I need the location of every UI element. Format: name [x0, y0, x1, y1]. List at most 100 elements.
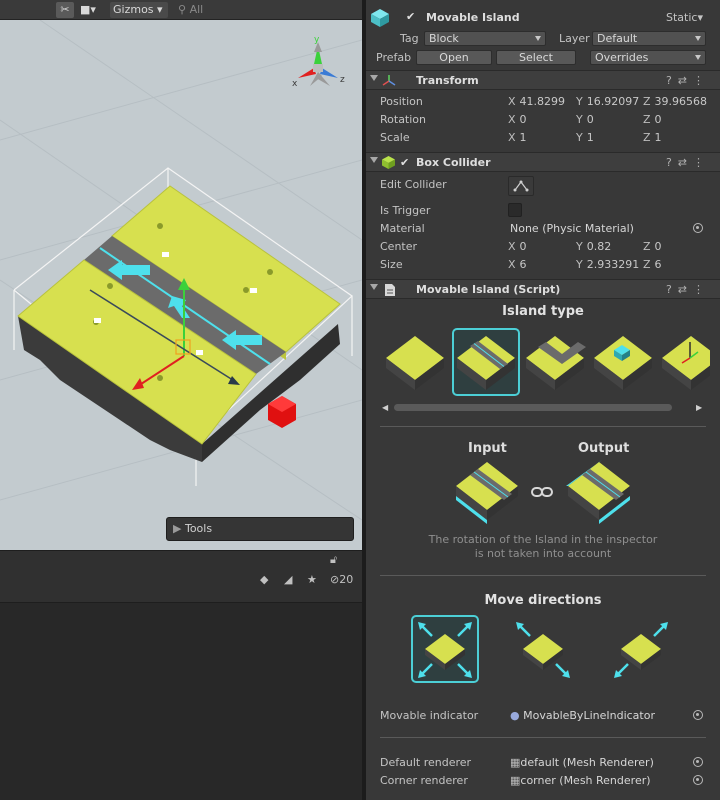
default-renderer-field[interactable]: ▦default (Mesh Renderer)	[510, 756, 654, 769]
star-icon[interactable]: ★	[307, 573, 317, 586]
center-y-field[interactable]: Y 0.82	[576, 240, 611, 253]
scene-bottom-panel: 🔓︎ ◆ ◢ ★ ⊘20	[0, 550, 362, 800]
tools-overlay-panel[interactable]: ▶ Tools	[166, 517, 354, 541]
collapse-caret-icon	[370, 284, 378, 290]
script-component-header[interactable]: Movable Island (Script) ?⇄⋮	[366, 279, 720, 299]
island-type-plain[interactable]	[386, 336, 444, 390]
is-trigger-label: Is Trigger	[380, 204, 431, 217]
prefab-label: Prefab	[376, 51, 412, 64]
island-type-special[interactable]	[662, 336, 710, 390]
axis-z-label: Z	[643, 131, 651, 144]
svg-text:y: y	[314, 35, 320, 45]
prefab-overrides-dropdown[interactable]: Overrides	[590, 50, 706, 65]
edit-collider-button[interactable]	[508, 176, 534, 196]
component-header-icons[interactable]: ?⇄⋮	[666, 283, 710, 296]
move-all-directions-option[interactable]	[410, 614, 480, 684]
axis-z-label: Z	[643, 240, 651, 253]
prefab-open-button[interactable]: Open	[416, 50, 492, 65]
hidden-count-value: 20	[339, 573, 354, 586]
axis-y-label: Y	[576, 240, 583, 253]
position-x-field[interactable]: X 41.8299	[508, 95, 565, 108]
layer-dropdown[interactable]: Default	[592, 31, 706, 46]
static-toggle[interactable]: Static▾	[666, 11, 703, 24]
scroll-left-icon[interactable]: ◀	[382, 403, 388, 412]
island-type-building[interactable]	[594, 336, 652, 390]
more-menu-icon[interactable]: ⋮	[693, 156, 710, 169]
scene-canvas: y z x	[0, 19, 362, 521]
scale-y-field[interactable]: Y1	[576, 131, 594, 144]
tag-icon[interactable]: ◢	[284, 573, 292, 586]
help-icon[interactable]: ?	[666, 283, 678, 296]
scale-x-field[interactable]: X1	[508, 131, 527, 144]
prefab-select-button[interactable]: Select	[496, 50, 576, 65]
help-icon[interactable]: ?	[666, 74, 678, 87]
object-picker-icon[interactable]	[693, 757, 703, 767]
position-y-field[interactable]: Y 16.92097	[576, 95, 639, 108]
movable-indicator-field[interactable]: ● MovableByLineIndicator	[510, 709, 655, 722]
help-icon[interactable]: ?	[666, 156, 678, 169]
object-name-field[interactable]: Movable Island	[426, 11, 520, 24]
move-diagonal-a-option[interactable]	[508, 614, 578, 684]
is-trigger-checkbox[interactable]	[508, 203, 522, 217]
island-type-scrollbar[interactable]	[394, 404, 672, 411]
move-diagonal-b-option[interactable]	[606, 614, 676, 684]
center-x-field[interactable]: X0	[508, 240, 527, 253]
scale-x-value: 1	[519, 131, 527, 144]
layer-label: Layer	[559, 32, 590, 45]
more-menu-icon[interactable]: ⋮	[693, 283, 710, 296]
lock-icon[interactable]: 🔓︎	[330, 553, 337, 567]
more-menu-icon[interactable]: ⋮	[693, 74, 710, 87]
object-picker-icon[interactable]	[693, 710, 703, 720]
corner-renderer-field[interactable]: ▦corner (Mesh Renderer)	[510, 774, 651, 787]
position-x-value: 41.8299	[519, 95, 566, 108]
material-field[interactable]: None (Physic Material)	[510, 222, 634, 235]
search-label: All	[189, 3, 204, 16]
size-y-field[interactable]: Y 2.933291	[576, 258, 639, 271]
layers-icon[interactable]: ◆	[260, 573, 268, 586]
island-type-corner[interactable]	[526, 336, 586, 390]
scroll-right-icon[interactable]: ▶	[696, 403, 702, 412]
inspector-panel: ✔ Movable Island Static▾ Tag Block Layer…	[366, 0, 720, 800]
preset-icon[interactable]: ⇄	[678, 283, 693, 296]
tag-label: Tag	[400, 32, 419, 45]
rotation-x-field[interactable]: X0	[508, 113, 527, 126]
center-z-field[interactable]: Z0	[643, 240, 662, 253]
output-label: Output	[578, 441, 630, 456]
rotation-note-line2: is not taken into account	[474, 547, 612, 560]
island-type-thumbnails	[386, 328, 710, 396]
output-tile-preview[interactable]	[562, 458, 636, 526]
rotation-x-value: 0	[519, 113, 527, 126]
camera-icon[interactable]: ■▾	[80, 2, 96, 18]
link-chain-icon[interactable]	[531, 484, 553, 500]
rotation-z-field[interactable]: Z0	[643, 113, 662, 126]
scene-search[interactable]: ⚲ All	[178, 2, 203, 18]
size-z-field[interactable]: Z6	[643, 258, 662, 271]
box-collider-enabled-checkbox[interactable]: ✔	[400, 156, 409, 169]
gizmos-button[interactable]: Gizmos ▾	[110, 2, 168, 18]
box-collider-header[interactable]: ✔ Box Collider ?⇄⋮	[366, 152, 720, 172]
input-tile-preview[interactable]	[450, 458, 524, 526]
axis-y-label: Y	[576, 258, 583, 271]
axis-x-label: X	[508, 95, 516, 108]
axis-z-label: Z	[643, 258, 651, 271]
axis-x-label: X	[508, 131, 516, 144]
tag-dropdown[interactable]: Block	[424, 31, 546, 46]
preset-icon[interactable]: ⇄	[678, 74, 693, 87]
object-picker-icon[interactable]	[693, 775, 703, 785]
preset-icon[interactable]: ⇄	[678, 156, 693, 169]
axis-y-label: Y	[576, 131, 583, 144]
scale-z-field[interactable]: Z1	[643, 131, 662, 144]
hidden-objects-count[interactable]: ⊘20	[330, 573, 353, 586]
scene-view[interactable]: y z x ✂ ■▾ Gizmos ▾ ⚲ All ▶ Tools	[0, 0, 362, 550]
search-icon: ⚲	[178, 3, 187, 16]
scale-z-value: 1	[654, 131, 662, 144]
component-header-icons[interactable]: ?⇄⋮	[666, 74, 710, 87]
active-checkbox[interactable]: ✔	[406, 10, 415, 23]
rotation-y-field[interactable]: Y0	[576, 113, 594, 126]
object-picker-icon[interactable]	[693, 223, 703, 233]
component-header-icons[interactable]: ?⇄⋮	[666, 156, 710, 169]
transform-header[interactable]: Transform ?⇄⋮	[366, 70, 720, 90]
position-z-field[interactable]: Z 39.96568	[643, 95, 707, 108]
tools-icon[interactable]: ✂	[56, 2, 74, 18]
size-x-field[interactable]: X6	[508, 258, 527, 271]
